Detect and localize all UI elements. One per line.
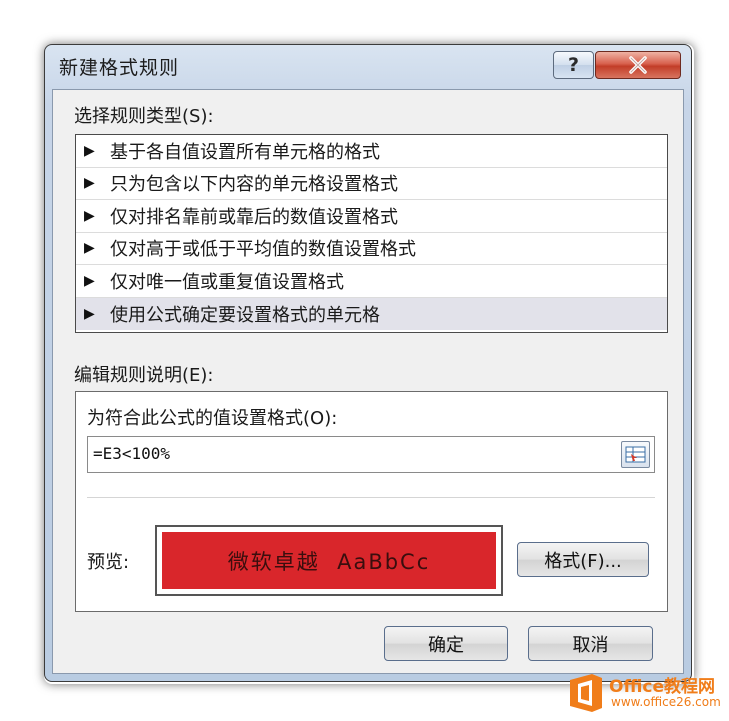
rule-type-list[interactable]: ▶ 基于各自值设置所有单元格的格式 ▶ 只为包含以下内容的单元格设置格式 ▶ 仅… [75,134,668,333]
rule-type-item-label: 只为包含以下内容的单元格设置格式 [110,174,398,196]
close-icon [629,56,647,74]
watermark-url: www.office26.com [611,695,721,709]
rule-type-item-label: 基于各自值设置所有单元格的格式 [110,141,380,163]
new-format-rule-dialog: 新建格式规则 ? 选择规则类型(S): ▶ 基于各自值设置所有单元格的格式 ▶ … [44,44,692,682]
office26-watermark: Office教程网 www.office26.com [566,672,721,714]
arrow-right-icon: ▶ [84,142,95,159]
rule-type-item-label: 仅对排名靠前或靠后的数值设置格式 [110,206,398,228]
rule-type-item[interactable]: ▶ 只为包含以下内容的单元格设置格式 [76,168,667,200]
office-logo-icon [570,674,602,712]
formula-label: 为符合此公式的值设置格式(O): [87,408,338,429]
formula-input[interactable]: =E3<100% [87,436,655,473]
rule-type-item[interactable]: ▶ 仅对高于或低于平均值的数值设置格式 [76,233,667,265]
rule-type-item[interactable]: ▶ 仅对唯一值或重复值设置格式 [76,265,667,298]
arrow-right-icon: ▶ [84,175,95,192]
help-icon: ? [567,54,580,76]
edit-rule-description-label: 编辑规则说明(E): [74,365,214,386]
watermark-name: Office教程网 [609,677,716,697]
rule-type-item[interactable]: ▶ 基于各自值设置所有单元格的格式 [76,135,667,168]
arrow-right-icon: ▶ [84,272,95,289]
rule-type-item-label: 使用公式确定要设置格式的单元格 [110,304,380,326]
close-button[interactable] [595,51,681,79]
dialog-title: 新建格式规则 [59,57,180,79]
format-button[interactable]: 格式(F)... [517,542,649,577]
rule-type-label: 选择规则类型(S): [74,106,214,127]
rule-type-item-label: 仅对唯一值或重复值设置格式 [110,271,344,293]
dialog-client-area: 选择规则类型(S): ▶ 基于各自值设置所有单元格的格式 ▶ 只为包含以下内容的… [52,89,684,674]
format-preview: 微软卓越 AaBbCc [155,525,503,596]
arrow-right-icon: ▶ [84,207,95,224]
arrow-right-icon: ▶ [84,240,95,257]
arrow-right-icon: ▶ [84,305,95,322]
cancel-button[interactable]: 取消 [528,626,653,661]
rule-description-panel: 为符合此公式的值设置格式(O): =E3<100% 预览: 微软卓越 AaBbC… [75,391,668,612]
formula-value: =E3<100% [93,444,171,463]
preview-label: 预览: [87,552,130,573]
collapse-dialog-button[interactable] [621,441,650,468]
rule-type-item[interactable]: ▶ 仅对排名靠前或靠后的数值设置格式 [76,200,667,233]
rule-type-item-selected[interactable]: ▶ 使用公式确定要设置格式的单元格 [76,297,667,330]
ok-button[interactable]: 确定 [384,626,508,661]
preview-sample: 微软卓越 AaBbCc [162,532,496,589]
range-select-icon [625,446,646,463]
help-button[interactable]: ? [553,51,594,79]
rule-type-item-label: 仅对高于或低于平均值的数值设置格式 [110,239,416,261]
preview-text: 微软卓越 AaBbCc [227,549,431,574]
divider [87,497,655,498]
